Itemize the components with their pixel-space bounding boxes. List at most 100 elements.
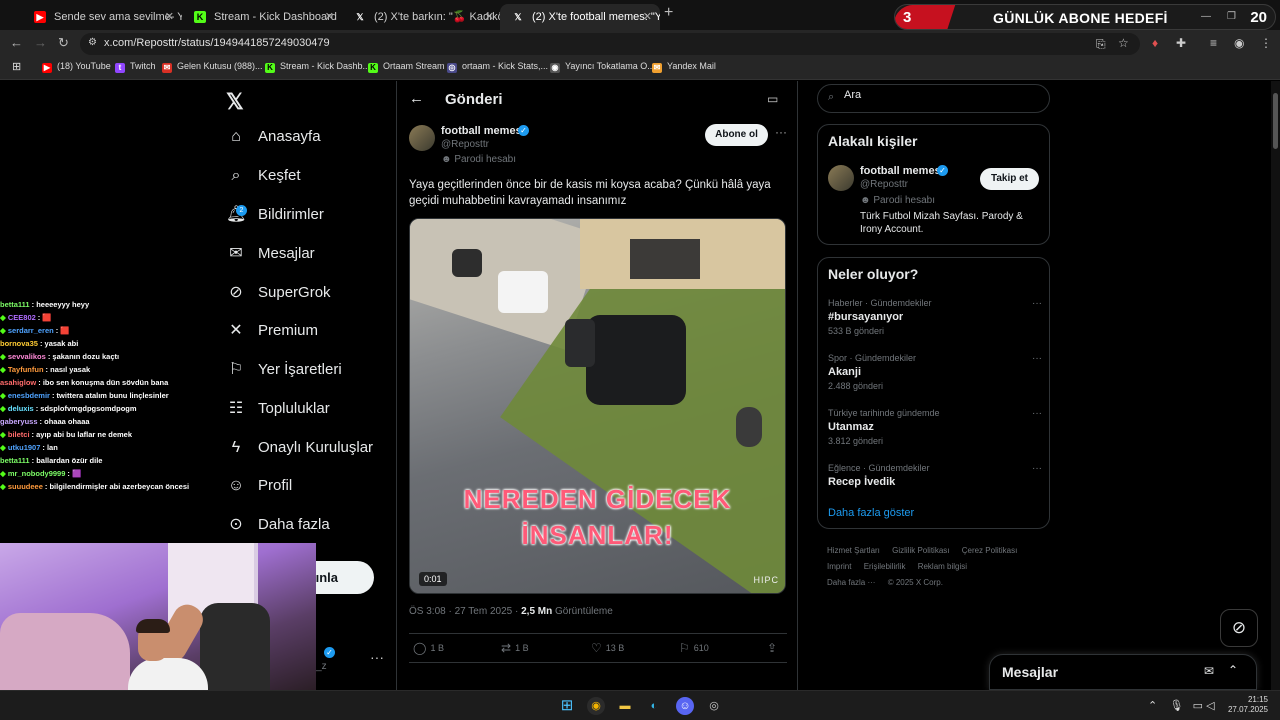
related-name[interactable]: football memes [860,165,941,177]
close-icon[interactable]: ✕ [643,4,652,30]
show-more-link[interactable]: Daha fazla göster [828,507,914,519]
close-icon[interactable]: ✕ [165,4,174,30]
footer-link[interactable]: Gizlilik Politikası [892,546,949,555]
repost-count: 1 B [515,643,529,653]
tab-title: Stream - Kick Dashboard [214,11,337,23]
bookmark-twitch[interactable]: t Twitch [115,61,156,73]
trend-context: Türkiye tarihinde gündemde [828,408,940,418]
chat-username: asahiglow [0,378,37,387]
author-handle[interactable]: @Reposttr [441,139,489,150]
share-button[interactable]: ⇪ [767,641,781,655]
bookmark-kick-stats[interactable]: ◎ ortaam - Kick Stats,... [447,61,548,73]
follow-button[interactable]: Takip et [980,168,1039,190]
footer-link[interactable]: Hizmet Şartları [827,546,880,555]
more-options-icon[interactable]: ··· [1032,353,1042,364]
bookmark-yandex-mail[interactable]: ✉ Yandex Mail [652,61,716,73]
more-options-icon[interactable]: ··· [1032,463,1042,474]
bookmark-kick-dashboard[interactable]: K Stream - Kick Dashb... [265,61,370,73]
windows-start-icon[interactable]: ⊞ [558,697,576,715]
forward-icon[interactable]: → [34,35,47,50]
apps-icon[interactable]: ⊞ [12,60,21,73]
back-icon[interactable]: ← [10,35,23,50]
browser-tab[interactable]: ▶ Sende sev ama sevilme- Yıldız ✕ [22,4,182,30]
chat-username: deluxis [7,404,34,413]
avatar[interactable] [409,125,435,151]
obs-icon[interactable]: ◎ [705,697,723,715]
messages-drawer[interactable]: Mesajlar ✉ ⌃ [989,654,1257,690]
footer-link[interactable]: Erişilebilirlik [864,562,906,571]
discord-icon[interactable]: ☺ [676,697,694,715]
minimize-icon[interactable]: — [1201,11,1211,22]
related-handle[interactable]: @Reposttr [860,179,908,190]
trend-item[interactable]: Haberler · Gündemdekiler #bursayanıyor 5… [828,298,1042,348]
bookmark-gmail[interactable]: ✉ Gelen Kutusu (988)... [162,61,263,73]
trend-item[interactable]: Eğlence · Gündemdekiler Recep İvedik ··· [828,463,1042,513]
media-icon[interactable]: ≡ [1210,36,1217,50]
more-options-icon[interactable]: ··· [1032,298,1042,309]
more-options-icon[interactable]: ··· [1032,408,1042,419]
close-icon[interactable]: ✕ [325,4,334,30]
repost-button[interactable]: ⇄ 1 B [501,641,529,655]
author-name[interactable]: football memes [441,125,522,137]
close-icon[interactable]: ✕ [485,4,494,30]
bookmark-tokatlama[interactable]: ◉ Yayıncı Tokatlama O... [550,61,655,73]
chevron-up-icon[interactable]: ⌃ [1148,700,1157,712]
trend-name: Recep İvedik [828,476,896,488]
system-clock[interactable]: 21:15 27.07.2025 [1226,695,1268,715]
account-menu-icon[interactable]: ··· [370,649,384,665]
like-button[interactable]: ♡ 13 B [591,641,624,655]
extension-icon[interactable]: ♦ [1152,36,1158,50]
trend-posts: 3.812 gönderi [828,436,884,446]
file-explorer-icon[interactable]: ▬ [616,697,634,715]
chrome-icon[interactable]: ◉ [587,697,605,715]
grok-button[interactable]: ⊘ [1220,609,1258,647]
chat-message: ◆ enesbdemir: twittera atalım bunu linçl… [0,391,210,404]
microphone-icon[interactable]: 🎙︎ [1169,700,1183,712]
bookmark-ortaam-stream[interactable]: K Ortaam Stream [368,61,445,73]
avatar[interactable] [828,165,854,191]
star-icon[interactable]: ☆ [1118,36,1129,50]
profile-avatar-icon[interactable]: ◉ [1234,36,1244,50]
new-tab-icon[interactable]: + [664,4,673,22]
browser-tab[interactable]: 𝕏 (2) X'te barkın: "🍒 Kadıköy Bo ✕ [342,4,502,30]
search-input[interactable] [844,89,1034,101]
expand-icon[interactable]: ⌃ [1228,663,1238,677]
post-video[interactable]: NEREDEN GİDECEK İNSANLAR! 0:01 HIPC [409,218,786,594]
footer-link[interactable]: Imprint [827,562,851,571]
chat-badge-icon: ◆ [0,326,8,335]
reader-mode-icon[interactable]: ▭ [767,92,778,106]
reply-button[interactable]: ◯ 1 B [413,641,444,655]
back-arrow-icon[interactable]: ← [409,90,424,107]
reload-icon[interactable]: ↻ [58,35,69,51]
post-timestamp[interactable]: ÖS 3:08 · 27 Tem 2025 · [409,606,521,617]
edge-icon[interactable]: ◐ [645,697,663,715]
bookmark-button[interactable]: ⚐ 610 [679,641,709,655]
restore-icon[interactable]: ❐ [1227,11,1236,22]
scrollbar-thumb[interactable] [1273,93,1278,149]
bookmark-youtube[interactable]: ▶ (18) YouTube [42,61,111,73]
site-info-icon[interactable]: ⚙ [88,37,97,48]
x-logo-icon[interactable]: 𝕏 [226,89,244,115]
footer-link[interactable]: Çerez Politikası [962,546,1018,555]
scrollbar[interactable] [1271,81,1280,690]
more-options-icon[interactable]: ··· [775,125,787,139]
install-icon[interactable]: ⎘ [1096,37,1106,52]
menu-icon[interactable]: ⋮ [1260,36,1272,50]
footer-link[interactable]: Daha fazla ··· [827,578,875,587]
browser-tab-active[interactable]: 𝕏 (2) X'te football memes: "Yaya ✕ [500,4,660,30]
card-title: Neler oluyor? [828,266,919,282]
search-box[interactable]: ⌕ [817,84,1050,113]
new-message-icon[interactable]: ✉ [1204,664,1214,678]
trend-item[interactable]: Spor · Gündemdekiler Akanji 2.488 gönder… [828,353,1042,403]
trend-posts: 2.488 gönderi [828,381,884,391]
volume-icon[interactable]: ◁ [1206,700,1214,712]
network-icon[interactable]: ▭ [1193,700,1203,712]
extensions-puzzle-icon[interactable]: ✚ [1176,36,1186,50]
address-bar[interactable]: ⚙ x.com/Reposttr/status/1949441857249030… [80,33,1140,55]
footer-link[interactable]: Reklam bilgisi [918,562,967,571]
share-icon: ⇪ [767,641,778,655]
subscribe-button[interactable]: Abone ol [705,124,768,146]
browser-tab[interactable]: K Stream - Kick Dashboard ✕ [182,4,342,30]
related-people-card: Alakalı kişiler football memes ✓ @Repost… [817,124,1050,245]
trend-item[interactable]: Türkiye tarihinde gündemde Utanmaz 3.812… [828,408,1042,458]
